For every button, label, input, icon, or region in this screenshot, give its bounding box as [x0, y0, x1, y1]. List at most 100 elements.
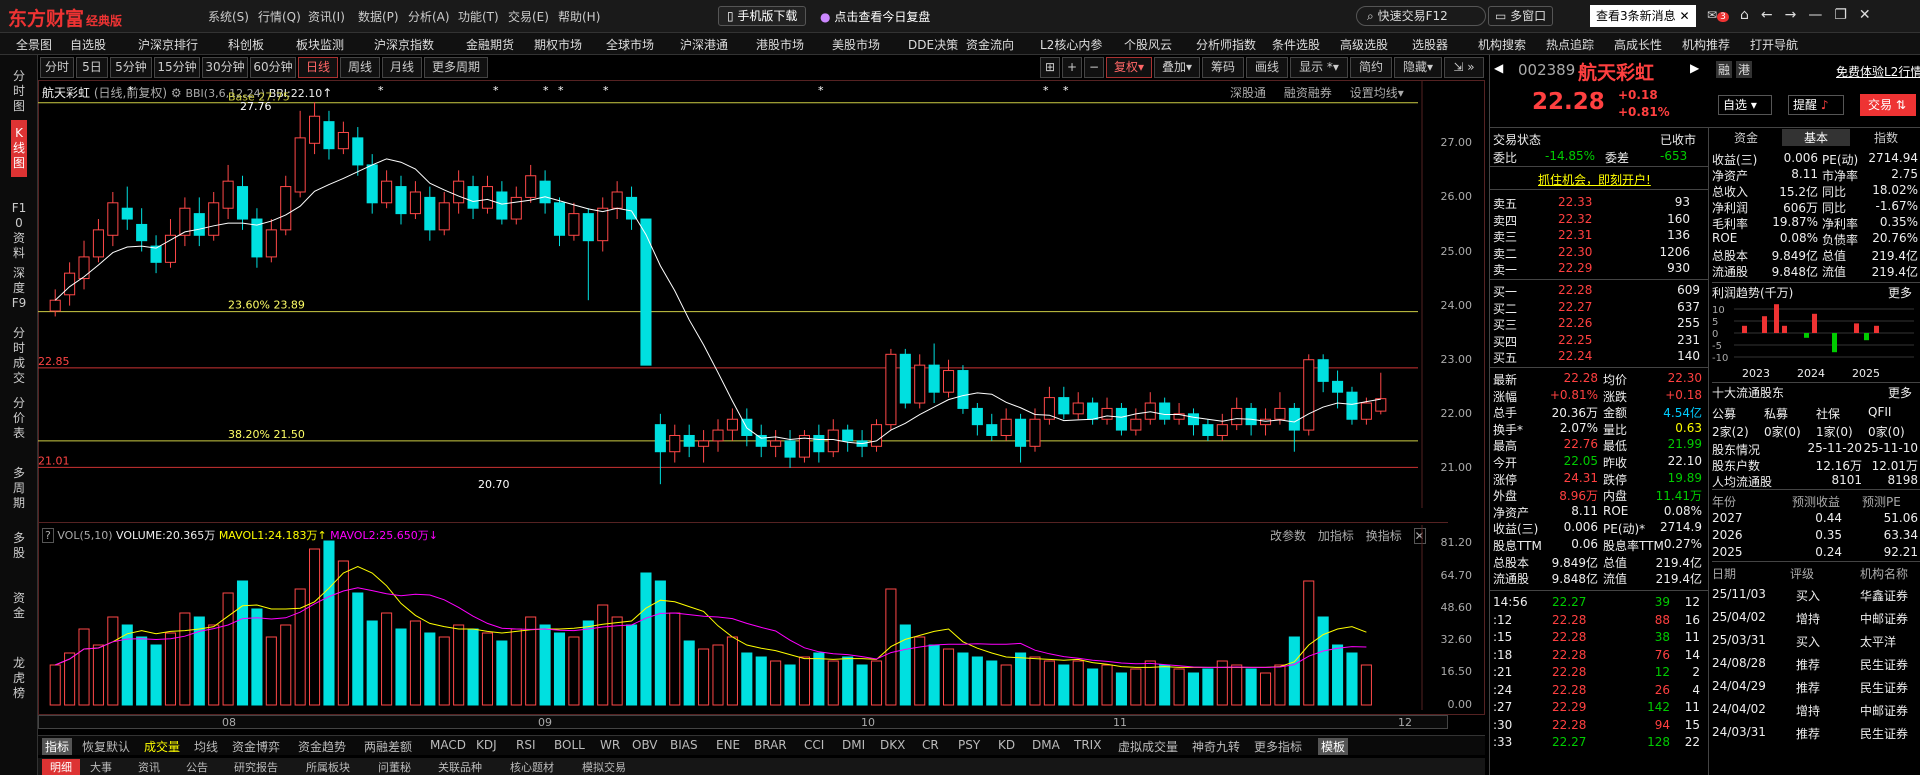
- zoom-in-icon[interactable]: +: [1062, 57, 1082, 78]
- indicator-tab[interactable]: DMI: [842, 738, 865, 752]
- menu-item[interactable]: 功能(T): [458, 8, 499, 25]
- indicator-tab[interactable]: BOLL: [554, 738, 585, 752]
- period-tab[interactable]: 5日: [76, 57, 108, 78]
- l2-trial-link[interactable]: 免费体验L2行情: [1836, 63, 1920, 80]
- nav-tab[interactable]: 分价表: [11, 390, 27, 447]
- event-marker[interactable]: *: [493, 84, 499, 97]
- bottom-tab[interactable]: 模拟交易: [582, 759, 626, 775]
- volume-chart[interactable]: [38, 525, 1448, 710]
- bottom-tab[interactable]: 明细: [42, 759, 80, 775]
- minimize-icon[interactable]: —: [1808, 7, 1834, 23]
- menubar-item[interactable]: 机构推荐: [1682, 36, 1730, 53]
- bottom-tab[interactable]: 关联品种: [438, 759, 482, 775]
- menubar-item[interactable]: 板块监测: [296, 36, 344, 53]
- indicator-tab[interactable]: RSI: [516, 738, 536, 752]
- indicator-tab[interactable]: WR: [600, 738, 620, 752]
- bottom-tab[interactable]: 公告: [186, 759, 208, 775]
- bottom-tab[interactable]: 核心题材: [510, 759, 554, 775]
- period-tab[interactable]: 5分钟: [110, 57, 152, 78]
- nav-tab[interactable]: 深度F9: [11, 260, 27, 317]
- menu-item[interactable]: 分析(A): [408, 8, 450, 25]
- close-window-icon[interactable]: ✕: [1859, 7, 1883, 23]
- indicator-tab[interactable]: 资金趋势: [298, 738, 346, 755]
- indicator-tab[interactable]: 资金博弈: [232, 738, 280, 755]
- next-stock-icon[interactable]: ▶: [1690, 61, 1699, 75]
- menubar-item[interactable]: 高级选股: [1340, 36, 1388, 53]
- multi-window-button[interactable]: ▭ 多窗口: [1488, 6, 1554, 26]
- indicator-tab[interactable]: BRAR: [754, 738, 787, 752]
- indicator-tab[interactable]: CR: [922, 738, 939, 752]
- indicator-tab[interactable]: 指标: [42, 738, 73, 755]
- menubar-item[interactable]: 金融期货: [466, 36, 514, 53]
- menu-item[interactable]: 交易(E): [508, 8, 549, 25]
- indicator-tab[interactable]: TRIX: [1074, 738, 1101, 752]
- indicator-tab[interactable]: 两融差额: [364, 738, 412, 755]
- period-tab[interactable]: 分时: [40, 57, 74, 78]
- bottom-tab[interactable]: 所属板块: [306, 759, 350, 775]
- menubar-item[interactable]: 期权市场: [534, 36, 582, 53]
- fullscreen-icon[interactable]: ⇲ »: [1444, 57, 1484, 78]
- quick-trade-search[interactable]: ⌕ 快速交易F12: [1356, 6, 1486, 26]
- close-icon[interactable]: ✕: [1679, 9, 1689, 23]
- app-logo[interactable]: 东方财富 经典版: [8, 4, 122, 31]
- nav-tab[interactable]: 分时成交: [11, 320, 27, 392]
- nav-tab[interactable]: 多周期: [11, 460, 27, 517]
- menubar-item[interactable]: 热点追踪: [1546, 36, 1594, 53]
- menubar-item[interactable]: 沪深京指数: [374, 36, 434, 53]
- alert-button[interactable]: 提醒 ♪: [1788, 95, 1844, 115]
- menubar-item[interactable]: DDE决策: [908, 36, 958, 53]
- bottom-tab[interactable]: 资讯: [138, 759, 160, 775]
- event-marker[interactable]: *: [543, 84, 549, 97]
- period-tab[interactable]: 更多周期: [424, 57, 488, 78]
- indicator-tab[interactable]: ENE: [716, 738, 740, 752]
- menubar-item[interactable]: 全景图: [16, 36, 52, 53]
- indicator-tab[interactable]: CCI: [804, 738, 824, 752]
- event-marker[interactable]: *: [818, 84, 824, 97]
- indicator-tab[interactable]: 恢复默认: [82, 738, 130, 755]
- period-tab[interactable]: 30分钟: [202, 57, 248, 78]
- zoom-out-icon[interactable]: −: [1084, 57, 1104, 78]
- menubar-item[interactable]: 沪深京排行: [138, 36, 198, 53]
- simple-button[interactable]: 简约: [1350, 57, 1392, 78]
- menubar-item[interactable]: 港股市场: [756, 36, 804, 53]
- menubar-item[interactable]: 沪深港通: [680, 36, 728, 53]
- nav-tab[interactable]: K线图: [11, 120, 27, 177]
- indicator-tab[interactable]: DKX: [880, 738, 905, 752]
- menubar-item[interactable]: 科创板: [228, 36, 264, 53]
- trade-button[interactable]: 交易 ⇅: [1860, 94, 1916, 116]
- menubar-item[interactable]: 条件选股: [1272, 36, 1320, 53]
- menubar-item[interactable]: 机构搜索: [1478, 36, 1526, 53]
- menubar-item[interactable]: 个股风云: [1124, 36, 1172, 53]
- event-marker[interactable]: *: [603, 84, 609, 97]
- forward-icon[interactable]: →: [1785, 7, 1809, 23]
- menu-item[interactable]: 数据(P): [358, 8, 399, 25]
- event-marker[interactable]: *: [558, 84, 564, 97]
- nav-tab[interactable]: 龙虎榜: [11, 650, 27, 707]
- news-notice[interactable]: 查看3条新消息 ✕: [1590, 5, 1696, 27]
- fuquan-button[interactable]: 复权▾: [1106, 57, 1152, 78]
- fin-tab[interactable]: 指数: [1852, 129, 1920, 146]
- period-tab[interactable]: 月线: [382, 57, 422, 78]
- menubar-item[interactable]: L2核心内参: [1040, 36, 1102, 53]
- kline-chart[interactable]: * * * * * * * * *Base 27.7523.60% 23.8938.20% 21…: [38, 80, 1448, 508]
- nav-tab[interactable]: 分时图: [11, 63, 27, 120]
- event-marker[interactable]: *: [378, 84, 384, 97]
- prev-stock-icon[interactable]: ◀: [1494, 61, 1503, 75]
- menubar-item[interactable]: 选股器: [1412, 36, 1448, 53]
- nav-tab[interactable]: 资金: [11, 585, 27, 627]
- menu-item[interactable]: 行情(Q): [258, 8, 301, 25]
- draw-button[interactable]: 画线: [1246, 57, 1288, 78]
- display-button[interactable]: 显示 *▾: [1290, 57, 1348, 78]
- fin-tab[interactable]: 资金: [1712, 129, 1780, 146]
- event-marker[interactable]: *: [1043, 84, 1049, 97]
- watchlist-select[interactable]: 自选 ▾: [1718, 95, 1772, 115]
- menubar-item[interactable]: 全球市场: [606, 36, 654, 53]
- menubar-item[interactable]: 美股市场: [832, 36, 880, 53]
- mobile-download-button[interactable]: ▯ 手机版下载: [718, 6, 807, 26]
- indicator-tab[interactable]: 成交量: [144, 738, 180, 755]
- crosshair-icon[interactable]: ⊞: [1040, 57, 1060, 78]
- menubar-item[interactable]: 分析师指数: [1196, 36, 1256, 53]
- indicator-tab[interactable]: KDJ: [476, 738, 497, 752]
- menubar-item[interactable]: 自选股: [70, 36, 106, 53]
- bottom-tab[interactable]: 问董秘: [378, 759, 411, 775]
